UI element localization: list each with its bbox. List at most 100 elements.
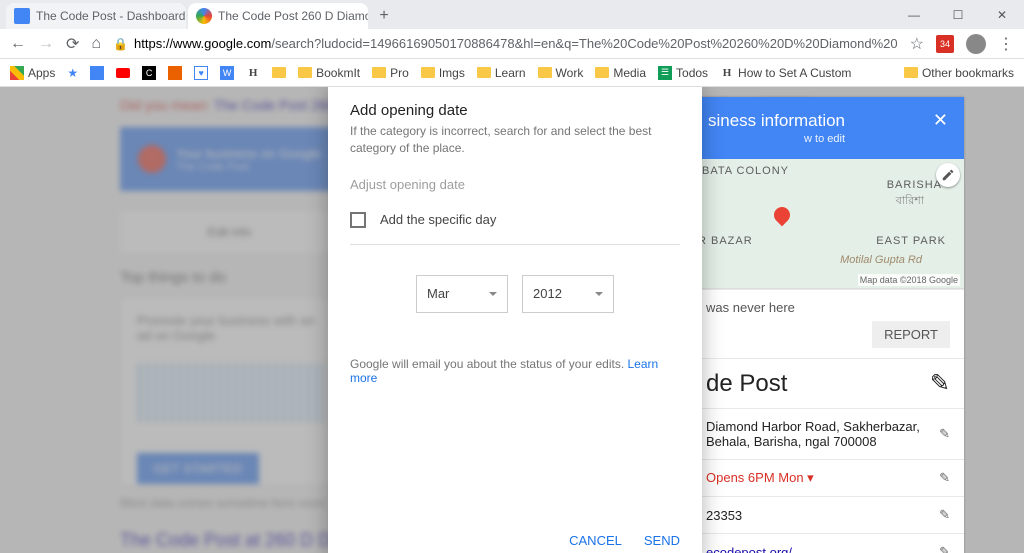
bookmark-icon: H	[720, 66, 734, 80]
specific-day-row: Add the specific day	[350, 212, 680, 245]
browser-toolbar: ← → ⟳ ⌂ 🔒 https://www.google.com/search?…	[0, 29, 1024, 59]
folder-icon	[595, 67, 609, 78]
bookmark-item[interactable]	[90, 66, 104, 80]
tab-title: The Code Post 260 D Diamond H	[218, 9, 368, 23]
knowledge-panel: siness information w to edit ✕ BATA COLO…	[692, 97, 964, 553]
map-edit-button[interactable]	[936, 163, 960, 187]
bookmark-icon	[168, 66, 182, 80]
bookmark-howto[interactable]: HHow to Set A Custom	[720, 66, 851, 80]
kp-header: siness information w to edit ✕	[692, 97, 964, 159]
folder-icon	[904, 67, 918, 78]
kp-business-title: de Post ✎	[692, 358, 964, 408]
website-link[interactable]: ecodepost.org/	[706, 545, 792, 553]
report-button[interactable]: REPORT	[872, 321, 950, 348]
edit-phone-button[interactable]: ✎	[939, 507, 950, 523]
adjust-label: Adjust opening date	[350, 177, 680, 192]
browser-tab-active[interactable]: The Code Post 260 D Diamond H ✕	[188, 3, 368, 29]
bookmark-icon: ♥	[194, 66, 208, 80]
bookmark-item[interactable]: W	[220, 66, 234, 80]
close-icon[interactable]: ✕	[185, 9, 186, 23]
close-icon[interactable]: ✕	[933, 111, 948, 129]
extension-ublock-icon[interactable]: 34	[936, 35, 954, 53]
bookmark-icon	[90, 66, 104, 80]
folder-icon	[477, 67, 491, 78]
maximize-icon[interactable]: ☐	[936, 0, 980, 29]
favicon-icon	[14, 8, 30, 24]
bookmark-item[interactable]	[116, 68, 130, 78]
favicon-icon	[196, 8, 212, 24]
modal-subtitle: If the category is incorrect, search for…	[350, 123, 680, 157]
kp-website-row: ecodepost.org/ ✎	[692, 533, 964, 553]
tab-title: The Code Post - Dashboard	[36, 9, 185, 23]
folder-icon	[272, 67, 286, 78]
kp-header-sub: w to edit	[708, 133, 845, 145]
star-icon[interactable]: ☆	[910, 34, 924, 54]
opening-date-modal: Add opening date If the category is inco…	[328, 87, 702, 553]
specific-day-checkbox[interactable]	[350, 212, 366, 228]
browser-tab[interactable]: The Code Post - Dashboard ✕	[6, 3, 186, 29]
apps-icon	[10, 66, 24, 80]
forward-icon[interactable]: →	[38, 35, 54, 53]
checkbox-label: Add the specific day	[380, 212, 496, 227]
kp-map[interactable]: BATA COLONY BARISHA বারিশা R BAZAR EAST …	[692, 159, 964, 289]
edit-address-button[interactable]: ✎	[939, 426, 950, 442]
map-attribution: Map data ©2018 Google	[858, 274, 960, 286]
url-host: https://www.google.com	[134, 36, 271, 51]
modal-title: Add opening date	[350, 102, 680, 119]
edit-title-button[interactable]: ✎	[930, 369, 950, 398]
bookmark-icon: H	[246, 66, 260, 80]
bookmark-icon: C	[142, 66, 156, 80]
window-controls: — ☐ ✕	[892, 0, 1024, 29]
browser-titlebar: The Code Post - Dashboard ✕ The Code Pos…	[0, 0, 1024, 29]
year-select[interactable]: 2012	[522, 275, 614, 313]
reload-icon[interactable]: ⟳	[66, 34, 79, 54]
folder-icon	[372, 67, 386, 78]
send-button[interactable]: SEND	[644, 533, 680, 548]
folder-icon	[421, 67, 435, 78]
folder-icon	[538, 67, 552, 78]
bookmark-item[interactable]: H	[246, 66, 260, 80]
map-pin-icon	[771, 204, 794, 227]
pencil-icon	[941, 168, 955, 182]
apps-button[interactable]: Apps	[10, 66, 55, 80]
bookmark-item[interactable]	[272, 67, 286, 78]
back-icon[interactable]: ←	[10, 35, 26, 53]
kp-phone-row: 23353 ✎	[692, 496, 964, 533]
bookmark-item[interactable]: C	[142, 66, 156, 80]
bookmark-folder[interactable]: Pro	[372, 66, 409, 80]
bookmark-folder[interactable]: Imgs	[421, 66, 465, 80]
url-path: /search?ludocid=14966169050170886478&hl=…	[271, 36, 897, 51]
menu-icon[interactable]: ⋮	[998, 34, 1014, 54]
kp-address-row: Diamond Harbor Road, Sakherbazar, Behala…	[692, 408, 964, 459]
cancel-button[interactable]: CANCEL	[569, 533, 622, 548]
modal-actions: CANCEL SEND	[350, 533, 680, 548]
bookmark-item[interactable]	[168, 66, 182, 80]
kp-header-title: siness information	[708, 111, 845, 130]
kp-hours-row: Opens 6PM Mon ▾ ✎	[692, 459, 964, 496]
bookmark-folder[interactable]: Work	[538, 66, 584, 80]
address-bar[interactable]: 🔒 https://www.google.com/search?ludocid=…	[113, 32, 898, 56]
bookmark-star[interactable]: ★	[67, 66, 78, 80]
month-select[interactable]: Mar	[416, 275, 508, 313]
home-icon[interactable]: ⌂	[91, 35, 101, 53]
close-window-icon[interactable]: ✕	[980, 0, 1024, 29]
lock-icon: 🔒	[113, 37, 128, 51]
bookmark-icon: W	[220, 66, 234, 80]
page-viewport: Did you mean: The Code Post 260 D Diamon…	[0, 87, 1024, 553]
kp-report-row: was never here REPORT	[692, 289, 964, 358]
new-tab-button[interactable]: +	[370, 3, 398, 29]
edit-website-button[interactable]: ✎	[939, 544, 950, 553]
bookmarks-bar: Apps ★ C ♥ W H BookmIt Pro Imgs Learn Wo…	[0, 59, 1024, 87]
youtube-icon	[116, 68, 130, 78]
bookmark-todos[interactable]: ☰Todos	[658, 66, 708, 80]
bookmark-item[interactable]: ♥	[194, 66, 208, 80]
minimize-icon[interactable]: —	[892, 0, 936, 29]
other-bookmarks[interactable]: Other bookmarks	[904, 66, 1014, 80]
folder-icon	[298, 67, 312, 78]
edit-hours-button[interactable]: ✎	[939, 470, 950, 486]
bookmark-folder[interactable]: BookmIt	[298, 66, 360, 80]
profile-avatar[interactable]	[966, 34, 986, 54]
modal-info: Google will email you about the status o…	[350, 357, 680, 385]
bookmark-folder[interactable]: Learn	[477, 66, 526, 80]
bookmark-folder[interactable]: Media	[595, 66, 646, 80]
